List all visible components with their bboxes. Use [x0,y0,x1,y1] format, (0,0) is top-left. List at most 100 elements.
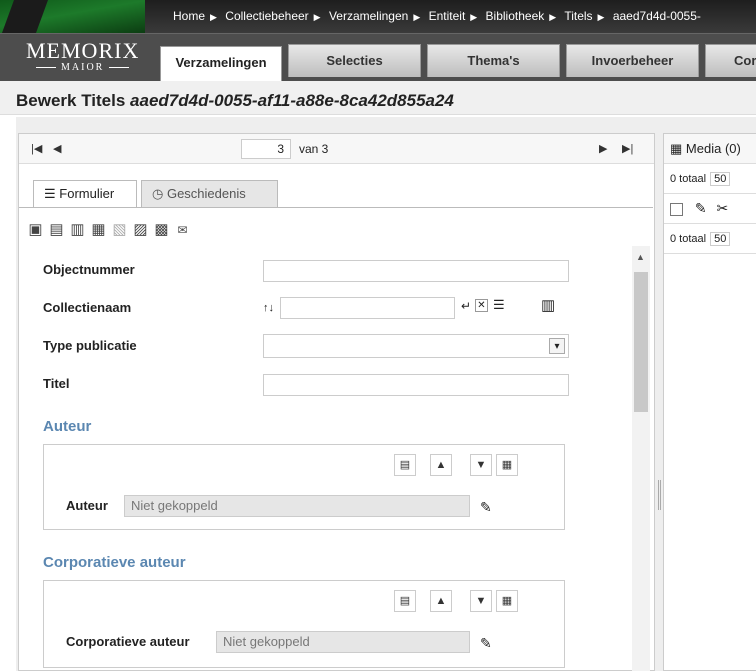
paperclip-icon[interactable]: ✎ [695,200,707,216]
tab-formulier-label: Formulier [59,186,115,201]
next-record-icon[interactable]: ▶ [599,142,607,155]
delete-corporatieve-auteur-button[interactable]: ▦ [496,590,518,612]
move-up-button[interactable]: ▲ [430,454,452,476]
media-total-text: 0 totaal [670,173,707,185]
move-down-button[interactable]: ▼ [470,454,492,476]
media-header: ▦ Media (0) [664,134,756,164]
page-total: van 3 [299,142,329,156]
move-up-button[interactable]: ▲ [430,590,452,612]
type-publicatie-select[interactable]: ▾ [263,334,569,358]
move-down-button[interactable]: ▼ [470,590,492,612]
brand-graphic [0,0,145,33]
wrench-icon[interactable]: ✎ [480,635,492,652]
chevron-right-icon: ▶ [313,12,321,22]
media-panel: ▦ Media (0) 0 totaal 50 ✎ ✂ 0 totaal 50 [663,133,756,671]
form-scrollbar[interactable]: ▲ [632,246,650,671]
tab-themas[interactable]: Thema's [427,44,560,77]
new-record-icon[interactable]: ▤ [46,220,67,238]
first-record-icon[interactable]: |◀ [31,142,42,155]
media-page-size[interactable]: 50 [710,172,731,186]
last-record-icon[interactable]: ▶| [622,142,633,155]
notes-icon[interactable]: ▨ [130,220,151,238]
breadcrumb: Home ▶ Collectiebeheer ▶ Verzamelingen ▶ En… [173,9,706,23]
page-title-id: aaed7d4d-0055-af11-a88e-8ca42d855a24 [130,91,454,110]
tab-invoerbeheer[interactable]: Invoerbeheer [566,44,699,77]
print-icon[interactable]: ▩ [151,220,172,238]
wrench-icon[interactable]: ✎ [480,499,492,516]
lookup-icon[interactable]: ▥ [541,296,555,314]
scroll-up-icon[interactable]: ▲ [636,252,645,262]
breadcrumb-titels[interactable]: Titels [564,9,592,23]
chevron-right-icon: ▶ [597,12,605,22]
type-publicatie-label: Type publicatie [43,338,137,353]
tab-cor[interactable]: Cor [705,44,756,77]
sort-icon[interactable]: ↑↓ [263,302,274,314]
return-icon[interactable]: ↵ [461,299,471,313]
record-pager: |◀ ◀ 3 van 3 ▶ ▶| [19,134,654,164]
logo-text: MEMORIX [26,38,140,63]
previous-record-icon[interactable]: ◀ [53,142,61,155]
breadcrumb-current: aaed7d4d-0055- [612,9,701,23]
form-toolbar: ▣ ▤ ▥ ▦ ▧ ▨ ▩ ✉ [25,220,193,238]
title-bar: Bewerk Titels aaed7d4d-0055-af11-a88e-8c… [0,81,756,115]
memorix-logo: MEMORIX MAIOR [26,40,139,74]
clear-icon[interactable]: ✕ [475,299,488,312]
auteur-linked-field: Niet gekoppeld [124,495,470,517]
unlink-icon[interactable]: ✂ [717,200,729,216]
chevron-right-icon: ▶ [210,12,217,22]
film-icon: ▦ [670,141,683,156]
media-actions-row: ✎ ✂ [664,194,756,224]
email-icon[interactable]: ✉ [172,223,193,237]
auteur-field-label: Auteur [66,498,108,513]
copy-icon[interactable]: ▥ [67,220,88,238]
auteur-box: ▤ ▲ ▼ ▦ Auteur Niet gekoppeld ✎ [43,444,565,530]
add-corporatieve-auteur-button[interactable]: ▤ [394,590,416,612]
media-title: Media (0) [685,141,741,156]
page-title: Bewerk Titels aaed7d4d-0055-af11-a88e-8c… [16,91,454,111]
add-auteur-button[interactable]: ▤ [394,454,416,476]
delete-icon[interactable]: ▦ [88,220,109,238]
paste-icon[interactable]: ▧ [109,220,130,238]
titel-input[interactable] [263,374,569,396]
tab-geschiedenis[interactable]: ◷ Geschiedenis [141,180,278,207]
top-bar: Home ▶ Collectiebeheer ▶ Verzamelingen ▶ En… [0,0,756,33]
chevron-down-icon[interactable]: ▾ [549,338,565,354]
corporatieve-auteur-field-label: Corporatieve auteur [66,634,190,649]
tab-geschiedenis-label: Geschiedenis [166,186,246,201]
section-auteur: Auteur [43,418,92,435]
save-icon[interactable]: ▣ [25,220,46,238]
panel-splitter[interactable] [658,480,661,510]
media-total-row: 0 totaal 50 [664,164,756,194]
history-icon: ◷ [152,186,164,201]
section-corporatieve-auteur: Corporatieve auteur [43,554,186,571]
select-all-checkbox[interactable] [670,202,683,216]
media-total-row-bottom: 0 totaal 50 [664,224,756,254]
record-panel: |◀ ◀ 3 van 3 ▶ ▶| ☰ Formulier ◷ Geschied… [18,133,655,671]
titel-label: Titel [43,376,70,391]
corporatieve-auteur-box: ▤ ▲ ▼ ▦ Corporatieve auteur Niet gekoppe… [43,580,565,668]
objectnummer-input[interactable] [263,260,569,282]
chevron-right-icon: ▶ [413,12,421,22]
objectnummer-label: Objectnummer [43,262,135,277]
breadcrumb-bibliotheek[interactable]: Bibliotheek [486,9,545,23]
page-title-prefix: Bewerk Titels [16,91,131,110]
tab-verzamelingen[interactable]: Verzamelingen [160,46,282,82]
chevron-right-icon: ▶ [549,12,557,22]
collectienaam-input[interactable] [280,297,455,319]
breadcrumb-entiteit[interactable]: Entiteit [429,9,466,23]
breadcrumb-collectiebeheer[interactable]: Collectiebeheer [225,9,308,23]
scroll-thumb[interactable] [634,272,648,412]
media-total-text: 0 totaal [670,233,707,245]
breadcrumb-home[interactable]: Home [173,9,205,23]
logo-subtext: MAIOR [26,62,139,74]
chevron-right-icon: ▶ [470,12,478,22]
corporatieve-auteur-linked-field: Niet gekoppeld [216,631,470,653]
page-number-input[interactable]: 3 [241,139,291,159]
tab-selecties[interactable]: Selecties [288,44,421,77]
collectienaam-label: Collectienaam [43,300,132,315]
list-icon[interactable]: ☰ [493,297,505,313]
breadcrumb-verzamelingen[interactable]: Verzamelingen [329,9,408,23]
tab-formulier[interactable]: ☰ Formulier [33,180,137,208]
media-page-size[interactable]: 50 [710,232,731,246]
delete-auteur-button[interactable]: ▦ [496,454,518,476]
